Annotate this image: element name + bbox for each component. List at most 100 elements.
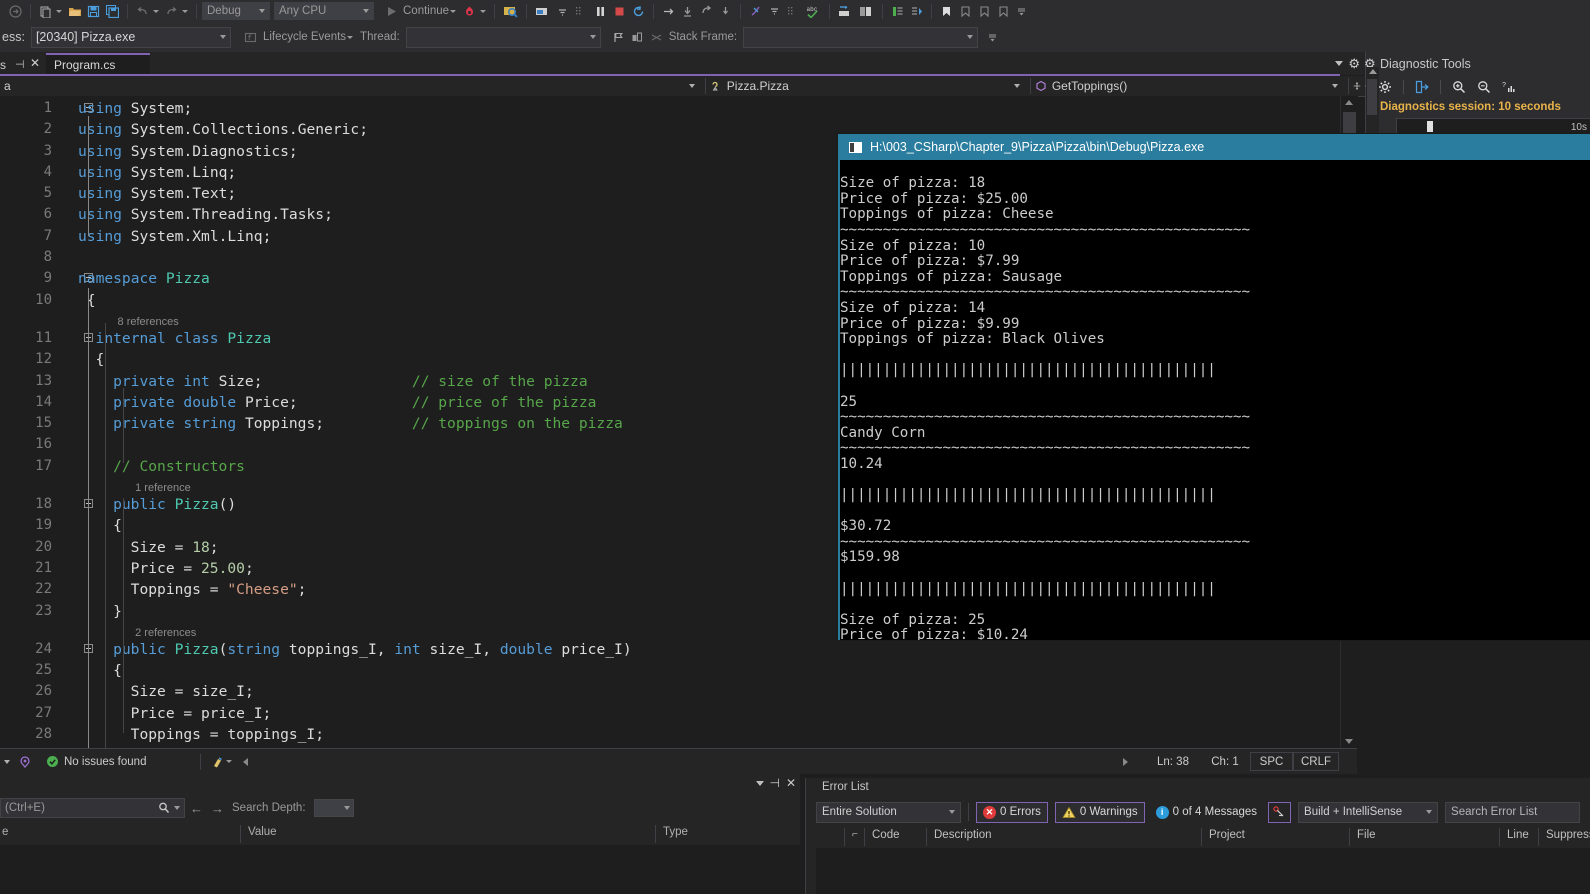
restart-icon[interactable] (632, 5, 645, 18)
breadcrumb-type[interactable]: Pizza.Pizza (706, 76, 1030, 96)
show-graph-icon[interactable]: ? (1502, 80, 1516, 94)
error-list-rows-container[interactable] (816, 848, 1590, 894)
show-next-statement-icon[interactable] (535, 5, 550, 18)
increase-indent-icon[interactable] (891, 5, 904, 18)
uncomment-selection-icon[interactable] (859, 5, 874, 18)
locals-col-value[interactable]: Value (248, 826, 277, 838)
break-all-icon[interactable] (594, 5, 607, 18)
scroll-up-icon[interactable] (1345, 100, 1353, 105)
comment-options-icon[interactable] (768, 5, 781, 18)
tab-list-dropdown-icon[interactable] (1335, 61, 1343, 66)
redo-dropdown-caret[interactable] (182, 10, 188, 13)
code-cleanup-dropdown-caret[interactable] (226, 760, 232, 763)
lifecycle-dropdown-caret[interactable] (347, 36, 353, 39)
code-line[interactable]: 27Price = price_I; (0, 703, 1340, 724)
search-window-icon[interactable] (503, 5, 518, 18)
undo-icon[interactable] (136, 5, 149, 18)
build-intellisense-filter-button[interactable] (1268, 802, 1291, 823)
search-previous-icon[interactable]: ← (190, 801, 203, 816)
step-options-icon[interactable] (556, 5, 569, 18)
solution-configuration-combo[interactable]: Debug (202, 2, 270, 20)
errors-filter-button[interactable]: ✕ 0 Errors (976, 802, 1048, 823)
timeline-marker[interactable] (1427, 121, 1433, 132)
code-cleanup-icon[interactable] (211, 755, 225, 769)
console-window[interactable]: H:\003_CSharp\Chapter_9\Pizza\Pizza\bin\… (838, 134, 1590, 640)
toolbar-overflow-icon[interactable] (987, 31, 1000, 44)
hot-reload-dropdown-caret[interactable] (480, 10, 486, 13)
undo-dropdown-caret[interactable] (153, 10, 159, 13)
settings-gear-icon[interactable] (1378, 80, 1392, 94)
locals-col-type[interactable]: Type (663, 826, 688, 838)
error-scope-combo[interactable]: Entire Solution (816, 802, 961, 823)
pin-icon[interactable]: ⊣ (770, 776, 780, 790)
error-col-line[interactable]: Line (1507, 829, 1529, 841)
clear-bookmarks-icon[interactable] (997, 5, 1010, 18)
tab-program-cs[interactable]: Program.cs (46, 53, 150, 75)
new-item-icon[interactable] (39, 5, 52, 18)
code-line[interactable]: 28Toppings = toppings_I; (0, 724, 1340, 745)
messages-filter-button[interactable]: i 0 of 4 Messages (1152, 802, 1261, 823)
search-icon[interactable] (158, 802, 170, 814)
continue-dropdown-caret[interactable] (450, 10, 456, 13)
search-options-caret[interactable] (174, 806, 180, 810)
open-file-icon[interactable] (68, 5, 81, 18)
scroll-thumb[interactable] (1367, 79, 1377, 115)
lifecycle-events-label[interactable]: Lifecycle Events (263, 31, 346, 43)
intellicode-icon[interactable] (18, 755, 32, 769)
warnings-filter-button[interactable]: 0 Warnings (1055, 802, 1145, 823)
indentation-indicator[interactable]: SPC (1250, 752, 1293, 771)
breadcrumb-project[interactable]: a (0, 76, 705, 96)
code-line[interactable]: 24public Pizza(string toppings_I, int si… (0, 639, 1340, 660)
new-item-dropdown-caret[interactable] (56, 10, 62, 13)
console-title-bar[interactable]: H:\003_CSharp\Chapter_9\Pizza\Pizza\bin\… (838, 134, 1590, 160)
sort-indicator-icon[interactable]: ⌐ (852, 829, 858, 840)
code-line[interactable]: 26Size = size_I; (0, 681, 1340, 702)
zoom-in-icon[interactable] (1452, 80, 1466, 94)
scroll-left-icon[interactable] (243, 758, 248, 766)
zoom-out-icon[interactable] (1477, 80, 1491, 94)
code-line[interactable]: 25{ (0, 660, 1340, 681)
pin-tab-icon[interactable]: ⊣ (15, 58, 25, 71)
line-ending-indicator[interactable]: CRLF (1293, 752, 1339, 771)
save-icon[interactable] (87, 5, 100, 18)
hot-reload-icon[interactable] (463, 5, 476, 18)
step-into-icon[interactable] (662, 5, 675, 18)
error-col-description[interactable]: Description (934, 829, 992, 841)
code-line[interactable]: 1using System; (0, 98, 1340, 119)
threads-window-icon[interactable] (631, 31, 644, 44)
close-icon[interactable]: ✕ (786, 776, 796, 790)
status-collapse-caret[interactable] (4, 760, 10, 764)
next-bookmark-icon[interactable] (978, 5, 991, 18)
stop-debugging-icon[interactable] (613, 5, 626, 18)
stack-frame-combo[interactable] (743, 27, 978, 48)
console-output-area[interactable]: Size of pizza: 18 Price of pizza: $25.00… (838, 160, 1590, 640)
locals-search-input[interactable]: (Ctrl+E) (0, 798, 185, 818)
scroll-down-icon[interactable] (1345, 739, 1353, 744)
error-col-project[interactable]: Project (1209, 829, 1245, 841)
gear-icon[interactable]: ⚙ (1348, 56, 1360, 72)
thread-combo[interactable] (406, 27, 601, 48)
save-all-icon[interactable] (106, 5, 119, 18)
scroll-up-icon[interactable] (1369, 69, 1377, 74)
breadcrumb-member[interactable]: GetToppings() (1031, 76, 1348, 96)
locals-col-name[interactable]: e (2, 826, 8, 838)
lifecycle-events-icon[interactable]: f (244, 31, 257, 44)
process-combo[interactable]: [20340] Pizza.exe (31, 27, 231, 48)
solution-platform-combo[interactable]: Any CPU (274, 2, 374, 20)
step-down-icon[interactable] (719, 5, 732, 18)
panel-dropdown-icon[interactable] (756, 781, 764, 786)
toggle-bookmark-icon[interactable] (940, 5, 953, 18)
flag-icon[interactable] (612, 31, 625, 44)
split-editor-icon[interactable] (1349, 76, 1365, 96)
close-tab-icon[interactable]: ✕ (30, 56, 40, 70)
export-icon[interactable] (1415, 80, 1429, 94)
redo-icon[interactable] (165, 5, 178, 18)
error-search-input[interactable]: Search Error List (1445, 802, 1580, 823)
step-out-icon[interactable] (700, 5, 713, 18)
scroll-right-icon[interactable] (1123, 758, 1128, 766)
error-col-code[interactable]: Code (872, 829, 900, 841)
format-document-icon[interactable] (749, 5, 762, 18)
spellcheck-icon[interactable]: abc (806, 5, 821, 18)
error-col-file[interactable]: File (1357, 829, 1376, 841)
parallel-stacks-icon[interactable] (650, 31, 663, 44)
